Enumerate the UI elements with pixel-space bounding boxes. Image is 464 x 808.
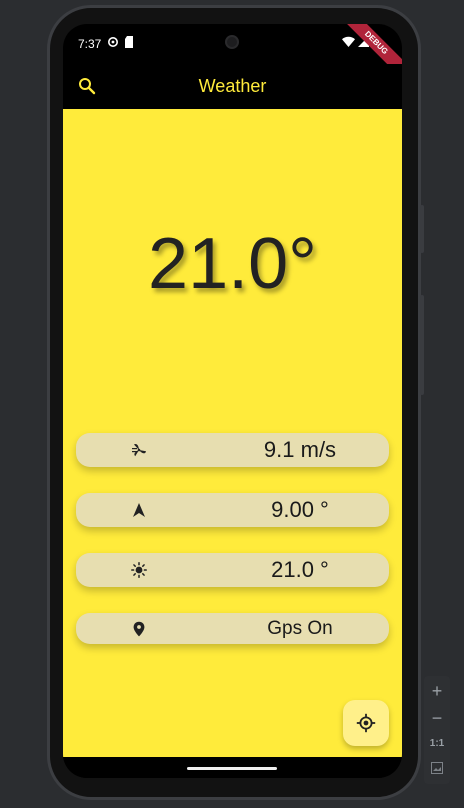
- emulator-zoom-panel: + − 1:1: [424, 676, 450, 784]
- app-bar: Weather: [63, 64, 402, 109]
- wind-speed-value: 9.1 m/s: [263, 437, 337, 462]
- navigation-arrow-icon: [133, 503, 145, 517]
- zoom-in-button[interactable]: +: [424, 681, 450, 702]
- zoom-out-button[interactable]: −: [424, 708, 450, 729]
- my-location-icon: [356, 713, 376, 733]
- status-bar: 7:37 DEBUG: [63, 24, 402, 82]
- page-title: Weather: [198, 76, 267, 96]
- navigation-bar: [63, 757, 402, 778]
- sd-card-icon: [125, 36, 133, 48]
- phone-screen: 7:37 DEBUG Weather 21.0° 9.1 m/s 9.00 ° …: [63, 24, 402, 778]
- gps-status-card: Gps On: [76, 613, 389, 644]
- location-pin-icon: [133, 621, 145, 637]
- volume-button: [420, 205, 424, 253]
- settings-icon: [108, 37, 118, 47]
- wind-icon: [132, 444, 146, 457]
- status-time: 7:37: [78, 37, 102, 51]
- wind-direction-value: 9.00 °: [271, 497, 329, 522]
- home-indicator[interactable]: [187, 767, 277, 770]
- wind-direction-card: 9.00 °: [76, 493, 389, 527]
- front-camera: [225, 35, 239, 49]
- wind-speed-card: 9.1 m/s: [76, 433, 389, 467]
- temperature-value: 21.0 °: [271, 557, 329, 582]
- gps-status-value: Gps On: [267, 618, 333, 639]
- temperature-display: 21.0°: [148, 224, 317, 304]
- wifi-icon: [342, 36, 355, 47]
- power-button: [420, 295, 424, 395]
- temperature-card: 21.0 °: [76, 553, 389, 587]
- actual-size-button[interactable]: 1:1: [424, 738, 450, 749]
- sun-icon: [131, 562, 147, 578]
- locate-me-button[interactable]: [343, 700, 389, 746]
- weather-content: 21.0° 9.1 m/s 9.00 ° 21.0 ° Gps On: [63, 109, 402, 757]
- fit-screen-icon[interactable]: [431, 762, 443, 774]
